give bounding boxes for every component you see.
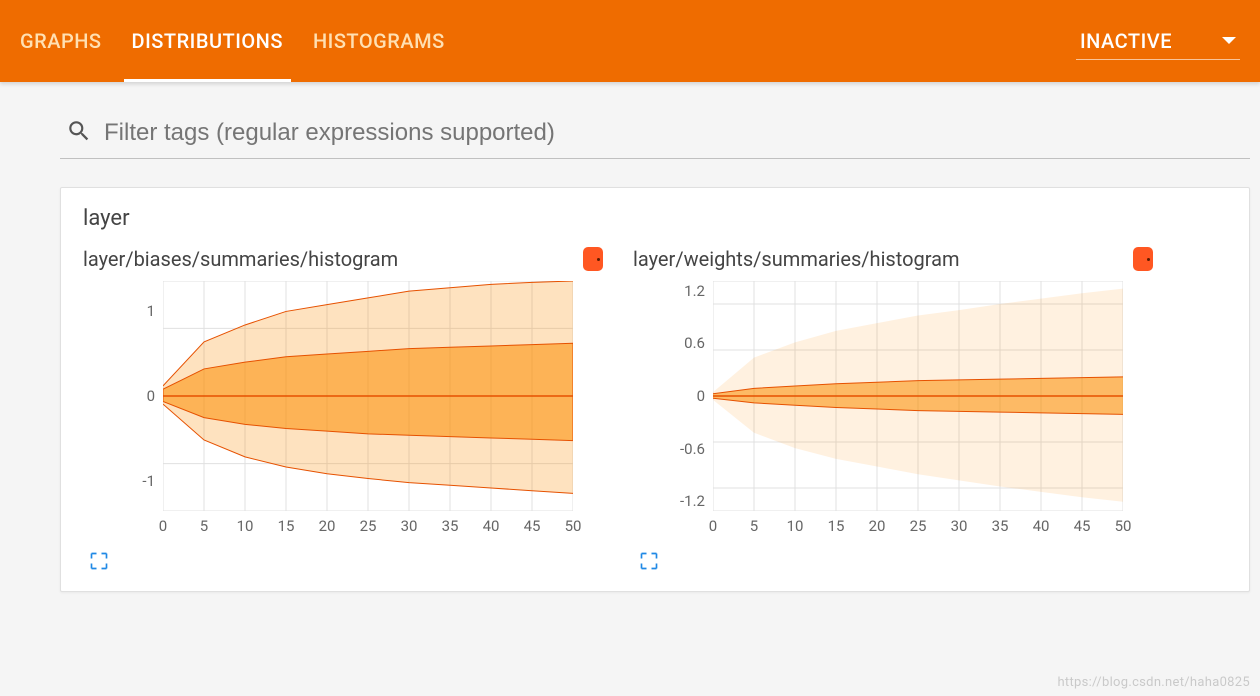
x-tick: 10 [787, 517, 804, 535]
distribution-plot: 1.2 0.6 0 -0.6 -1.2 05101520253035404550 [713, 281, 1123, 541]
x-tick: 35 [992, 517, 1009, 535]
run-selector[interactable]: INACTIVE [1076, 23, 1240, 60]
charts-row: layer/biases/summaries/histogram 1 0 -1 … [83, 247, 1227, 541]
y-tick: 1 [95, 302, 155, 320]
x-tick: 0 [159, 517, 167, 535]
y-tick: -1.2 [645, 492, 705, 510]
x-tick: 45 [1074, 517, 1091, 535]
x-tick: 15 [278, 517, 295, 535]
chart-title: layer/biases/summaries/histogram [83, 247, 583, 271]
x-tick: 40 [1033, 517, 1050, 535]
expand-icon[interactable] [639, 551, 659, 575]
x-tick: 5 [750, 517, 758, 535]
run-badge[interactable] [583, 247, 603, 271]
y-tick: 0.6 [645, 334, 705, 352]
x-tick: 5 [200, 517, 208, 535]
filter-input[interactable] [104, 119, 1250, 147]
y-tick: 0 [645, 387, 705, 405]
tab-graphs[interactable]: GRAPHS [20, 1, 102, 81]
tab-histograms[interactable]: HISTOGRAMS [313, 1, 445, 81]
chart-biases: layer/biases/summaries/histogram 1 0 -1 … [83, 247, 603, 541]
watermark: https://blog.csdn.net/haha0825 [1057, 675, 1250, 690]
filter-bar [60, 112, 1250, 159]
y-tick: 0 [95, 387, 155, 405]
run-selector-label: INACTIVE [1080, 29, 1172, 53]
x-tick: 15 [828, 517, 845, 535]
chart-title: layer/weights/summaries/histogram [633, 247, 1133, 271]
x-tick: 30 [401, 517, 418, 535]
x-tick: 35 [442, 517, 459, 535]
chart-weights: layer/weights/summaries/histogram 1.2 0.… [633, 247, 1153, 541]
x-tick: 40 [483, 517, 500, 535]
tab-distributions[interactable]: DISTRIBUTIONS [132, 1, 283, 81]
x-tick: 45 [524, 517, 541, 535]
expand-icon[interactable] [89, 551, 109, 575]
tag-group-card: layer layer/biases/summaries/histogram 1… [60, 187, 1250, 592]
distribution-plot: 1 0 -1 05101520253035404550 [163, 281, 573, 541]
search-icon [66, 118, 92, 148]
x-tick: 25 [910, 517, 927, 535]
y-tick: 1.2 [645, 282, 705, 300]
group-title: layer [83, 206, 1227, 231]
chevron-down-icon [1222, 37, 1236, 44]
run-badge[interactable] [1133, 247, 1153, 271]
x-tick: 50 [1115, 517, 1132, 535]
nav-tabs: GRAPHS DISTRIBUTIONS HISTOGRAMS [20, 1, 1076, 81]
x-tick: 0 [709, 517, 717, 535]
x-tick: 20 [869, 517, 886, 535]
app-header: GRAPHS DISTRIBUTIONS HISTOGRAMS INACTIVE [0, 0, 1260, 82]
y-tick: -0.6 [645, 440, 705, 458]
x-tick: 30 [951, 517, 968, 535]
x-tick: 25 [360, 517, 377, 535]
x-tick: 50 [565, 517, 582, 535]
x-tick: 10 [237, 517, 254, 535]
x-tick: 20 [319, 517, 336, 535]
y-tick: -1 [95, 472, 155, 490]
